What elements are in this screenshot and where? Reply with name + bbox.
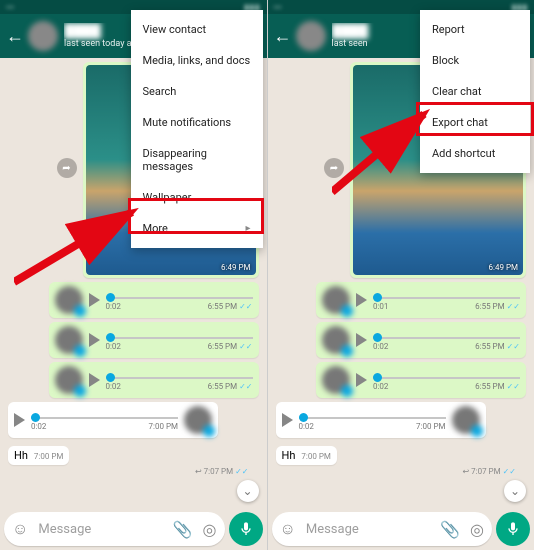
emoji-icon[interactable]: ☺ <box>280 519 296 539</box>
voice-avatar <box>55 326 83 354</box>
play-icon[interactable] <box>89 373 100 387</box>
play-icon[interactable] <box>14 413 25 427</box>
reply-timestamp: ↩ 7:07 PM✓✓ <box>276 465 527 476</box>
menu-wallpaper[interactable]: Wallpaper <box>131 182 263 213</box>
attach-icon[interactable]: 📎 <box>173 520 193 539</box>
menu-view-contact[interactable]: View contact <box>131 14 263 45</box>
forward-icon[interactable]: ➦ <box>57 158 77 178</box>
text-message[interactable]: Hh 7:00 PM <box>8 446 69 465</box>
mic-button[interactable] <box>229 512 263 546</box>
input-placeholder: Message <box>306 522 430 537</box>
mic-icon <box>505 521 521 537</box>
emoji-icon[interactable]: ☺ <box>12 519 28 539</box>
voice-avatar <box>322 286 350 314</box>
voice-avatar <box>322 326 350 354</box>
message-input[interactable]: ☺ Message 📎 ◎ <box>272 512 493 546</box>
attach-icon[interactable]: 📎 <box>440 520 460 539</box>
menu-clear-chat[interactable]: Clear chat <box>420 76 530 107</box>
menu-search[interactable]: Search <box>131 76 263 107</box>
overflow-menu-more: Report Block Clear chat Export chat Add … <box>420 10 530 173</box>
mic-button[interactable] <box>496 512 530 546</box>
voice-avatar <box>55 286 83 314</box>
menu-more[interactable]: More▸ <box>131 213 263 244</box>
input-bar: ☺ Message 📎 ◎ <box>4 512 263 546</box>
camera-icon[interactable]: ◎ <box>470 520 484 539</box>
mic-icon <box>238 521 254 537</box>
voice-message[interactable]: 0:01 6:55 PM✓✓ <box>316 282 526 318</box>
menu-add-shortcut[interactable]: Add shortcut <box>420 138 530 169</box>
play-icon[interactable] <box>356 333 367 347</box>
play-icon[interactable] <box>89 293 100 307</box>
input-placeholder: Message <box>38 522 162 537</box>
forward-icon[interactable]: ➦ <box>324 158 344 178</box>
voice-message-in[interactable]: 0:02 7:00 PM <box>8 402 218 438</box>
input-bar: ☺ Message 📎 ◎ <box>272 512 531 546</box>
voice-message[interactable]: 0:02 6:55 PM✓✓ <box>316 322 526 358</box>
avatar[interactable] <box>28 21 58 51</box>
panel-left: ••• ▮▮▮ ← ████ last seen today at 5:16 ➦… <box>0 0 267 550</box>
back-arrow-icon[interactable]: ← <box>274 26 292 47</box>
menu-report[interactable]: Report <box>420 14 530 45</box>
chevron-right-icon: ▸ <box>245 223 250 234</box>
play-icon[interactable] <box>89 333 100 347</box>
voice-avatar <box>55 366 83 394</box>
image-timestamp: 6:49 PM <box>489 263 518 272</box>
menu-export-chat[interactable]: Export chat <box>420 107 530 138</box>
voice-message[interactable]: 0:02 6:55 PM✓✓ <box>49 282 259 318</box>
voice-message[interactable]: 0:02 6:55 PM✓✓ <box>316 362 526 398</box>
overflow-menu: View contact Media, links, and docs Sear… <box>131 10 263 248</box>
text-message[interactable]: Hh 7:00 PM <box>276 446 337 465</box>
voice-avatar <box>184 406 212 434</box>
voice-message[interactable]: 0:02 6:55 PM✓✓ <box>49 322 259 358</box>
scroll-down-button[interactable]: ⌄ <box>237 480 259 502</box>
menu-block[interactable]: Block <box>420 45 530 76</box>
voice-avatar <box>452 406 480 434</box>
message-input[interactable]: ☺ Message 📎 ◎ <box>4 512 225 546</box>
camera-icon[interactable]: ◎ <box>203 520 217 539</box>
scroll-down-button[interactable]: ⌄ <box>504 480 526 502</box>
menu-mute[interactable]: Mute notifications <box>131 107 263 138</box>
back-arrow-icon[interactable]: ← <box>6 26 24 47</box>
voice-message[interactable]: 0:02 6:55 PM✓✓ <box>49 362 259 398</box>
image-timestamp: 6:49 PM <box>221 263 250 272</box>
play-icon[interactable] <box>282 413 293 427</box>
reply-timestamp: ↩ 7:07 PM✓✓ <box>8 465 259 476</box>
voice-avatar <box>322 366 350 394</box>
play-icon[interactable] <box>356 293 367 307</box>
menu-media[interactable]: Media, links, and docs <box>131 45 263 76</box>
panel-right: ••• ▮▮▮ ← ████ last seen ➦ 6:49 PM 0:01 … <box>267 0 534 550</box>
menu-disappearing[interactable]: Disappearing messages <box>131 138 263 182</box>
voice-message-in[interactable]: 0:02 7:00 PM <box>276 402 486 438</box>
play-icon[interactable] <box>356 373 367 387</box>
avatar[interactable] <box>296 21 326 51</box>
